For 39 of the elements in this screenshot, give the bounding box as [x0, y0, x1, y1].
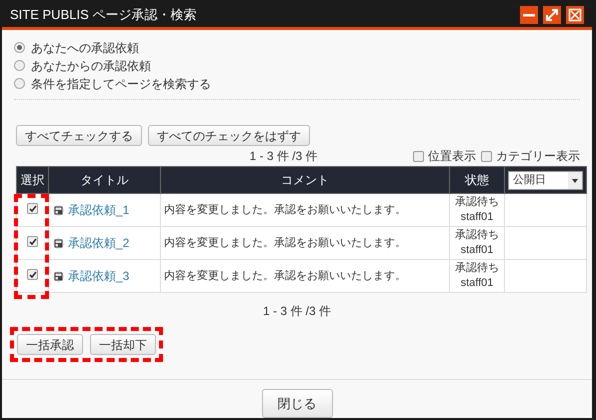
- dropdown-icon: [568, 172, 582, 188]
- close-icon[interactable]: [566, 6, 584, 24]
- status-text: 承認待ち: [454, 195, 500, 210]
- option-label: 位置表示: [428, 148, 476, 165]
- minimize-icon[interactable]: [520, 6, 538, 24]
- checkbox[interactable]: [481, 150, 492, 162]
- page-icon: [53, 270, 64, 282]
- option-label: カテゴリー表示: [496, 148, 580, 165]
- radio-button[interactable]: [14, 78, 25, 89]
- radio-label: あなたへの承認依頼: [31, 40, 139, 56]
- column-header: 選択: [16, 166, 48, 194]
- check-button[interactable]: すべてのチェックをはずす: [148, 125, 310, 146]
- check-button[interactable]: すべてチェックする: [16, 125, 142, 146]
- checkbox[interactable]: [27, 269, 38, 280]
- result-count: 1 - 3 件 /3 件: [249, 148, 318, 165]
- user-text: staff01: [460, 210, 494, 225]
- checkbox[interactable]: [27, 203, 38, 214]
- window-title: SITE PUBLIS ページ承認・検索: [10, 6, 198, 24]
- checkbox[interactable]: [27, 236, 38, 248]
- status-text: 承認待ち: [454, 261, 500, 276]
- checkbox[interactable]: [413, 150, 424, 162]
- bulk-button[interactable]: 一括承認: [17, 334, 83, 355]
- user-text: staff01: [460, 243, 494, 258]
- column-header: タイトル: [48, 166, 160, 194]
- radio-button[interactable]: [14, 42, 25, 53]
- bulk-button[interactable]: 一括却下: [90, 334, 156, 355]
- comment-cell: 内容を変更しました。承認をお願いいたします。: [160, 260, 450, 292]
- column-header: コメント: [160, 166, 450, 194]
- radio-button[interactable]: [14, 60, 25, 71]
- status-text: 承認待ち: [454, 228, 500, 243]
- maximize-icon[interactable]: [543, 6, 561, 24]
- sort-select[interactable]: 公開日: [508, 170, 583, 190]
- result-count: 1 - 3 件 /3 件: [262, 304, 332, 318]
- user-text: staff01: [460, 276, 494, 291]
- page-icon: [53, 204, 64, 216]
- radio-label: 条件を指定してページを検索する: [31, 76, 211, 92]
- radio-label: あなたからの承認依頼: [31, 58, 151, 74]
- page-icon: [53, 238, 64, 248]
- close-button[interactable]: 閉じる: [262, 389, 332, 418]
